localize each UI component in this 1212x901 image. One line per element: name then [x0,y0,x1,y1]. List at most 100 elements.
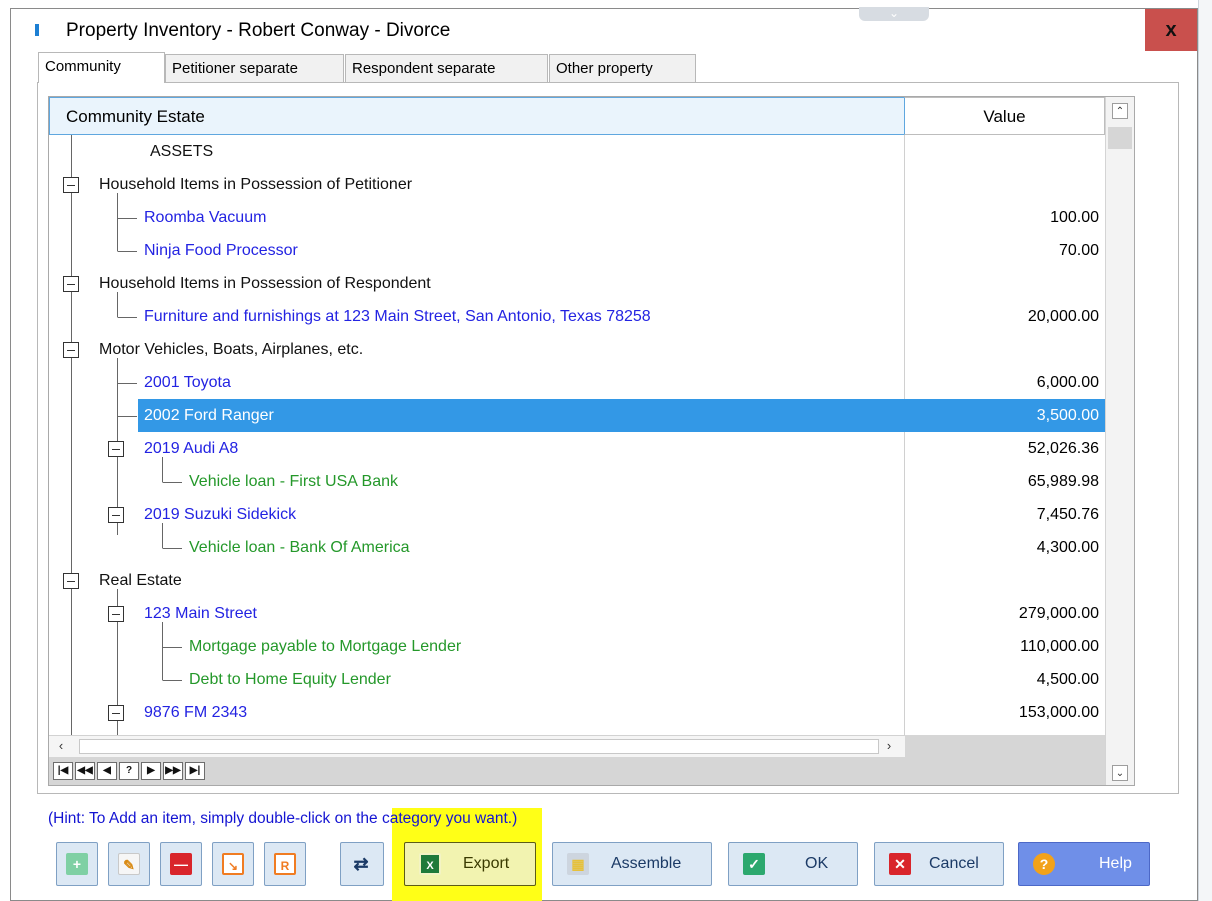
tree-row-category[interactable]: Household Items in Possession of Petitio… [49,168,1105,201]
ok-button[interactable]: ✓ OK [728,842,858,886]
assemble-label: Assemble [611,855,682,872]
plus-icon: + [66,853,88,875]
horizontal-scrollbar[interactable]: ‹ › [49,735,905,757]
collapse-icon[interactable] [63,276,79,292]
scroll-left-icon[interactable]: ‹ [53,738,69,754]
tree-row-item[interactable]: Roomba Vacuum 100.00 [49,201,1105,234]
tree-row-subitem[interactable]: Vehicle loan - Bank Of America 4,300.00 [49,531,1105,564]
excel-icon: X [419,853,441,875]
swap-icon: ⇄ [353,854,369,874]
row-value: 153,000.00 [1018,704,1099,721]
first-record-button[interactable]: |◀ [53,762,73,780]
last-record-button[interactable]: ▶| [185,762,205,780]
tree-row-item[interactable]: 123 Main Street 279,000.00 [49,597,1105,630]
tab-petitioner-separate[interactable]: Petitioner separate [165,54,344,82]
row-value: 70.00 [1058,242,1099,259]
tab-respondent-separate[interactable]: Respondent separate [345,54,548,82]
scroll-down-icon[interactable]: ⌄ [1112,765,1128,781]
minus-icon: — [170,853,192,875]
collapse-icon[interactable] [63,342,79,358]
tab-community[interactable]: Community [38,52,165,83]
row-label: Mortgage payable to Mortgage Lender [189,638,462,655]
edit-item-button[interactable]: ✎ [108,842,150,886]
row-label: Real Estate [99,572,182,589]
checkmark-icon: ✓ [743,853,765,875]
help-record-button[interactable]: ? [119,762,139,780]
tree-row-assets[interactable]: ASSETS [49,135,1105,168]
ok-label: OK [805,855,829,872]
scroll-up-icon[interactable]: ⌃ [1112,103,1128,119]
collapse-icon[interactable] [108,441,124,457]
tree-rows: ASSETS Household Items in Possession of … [49,135,1105,735]
row-label: Household Items in Possession of Petitio… [99,176,413,193]
tree-row-item[interactable]: Furniture and furnishings at 123 Main St… [49,300,1105,333]
edit-icon: ✎ [118,853,140,875]
delete-item-button[interactable]: — [160,842,202,886]
row-value: 52,026.36 [1027,440,1099,457]
tree-row-item[interactable]: 9876 FM 2343 153,000.00 [49,696,1105,729]
prev-record-button[interactable]: ◀ [97,762,117,780]
row-label: 2019 Audi A8 [144,440,239,457]
cancel-button[interactable]: ✕ Cancel [874,842,1004,886]
row-value: 7,450.76 [1036,506,1099,523]
row-value: 65,989.98 [1027,473,1099,490]
collapse-icon[interactable] [63,177,79,193]
tree-row-category[interactable]: Real Estate [49,564,1105,597]
help-label: Help [1099,855,1132,872]
tree-row-item[interactable]: 2001 Toyota 6,000.00 [49,366,1105,399]
move-item-right-button[interactable]: R [264,842,306,886]
estate-tree-grid[interactable]: Community Estate Value ASSETS Household … [48,96,1135,786]
tree-row-category[interactable]: Motor Vehicles, Boats, Airplanes, etc. [49,333,1105,366]
row-label: Motor Vehicles, Boats, Airplanes, etc. [99,341,364,358]
collapse-icon[interactable] [108,507,124,523]
tree-row-category[interactable]: Household Items in Possession of Respond… [49,267,1105,300]
collapse-icon[interactable] [63,573,79,589]
row-value: 3,500.00 [1036,407,1099,424]
export-button[interactable]: X Export [404,842,536,886]
help-button[interactable]: ? Help [1018,842,1150,886]
row-value: 4,300.00 [1036,539,1099,556]
column-header-value[interactable]: Value [904,97,1105,135]
next-record-button[interactable]: ▶ [141,762,161,780]
tree-row-item-selected[interactable]: 2002 Ford Ranger 3,500.00 [49,399,1105,432]
assemble-button[interactable]: ▦ Assemble [552,842,712,886]
horizontal-scroll-thumb[interactable] [79,739,879,754]
window-title: Property Inventory - Robert Conway - Div… [66,20,451,41]
row-label: 2019 Suzuki Sidekick [144,506,297,523]
scroll-right-icon[interactable]: › [881,738,897,754]
prev-page-button[interactable]: ◀◀ [75,762,95,780]
help-icon: ? [1033,853,1055,875]
next-page-button[interactable]: ▶▶ [163,762,183,780]
row-label: Ninja Food Processor [144,242,298,259]
column-header-community-estate[interactable]: Community Estate [49,97,905,135]
tree-row-item[interactable]: 2019 Suzuki Sidekick 7,450.76 [49,498,1105,531]
row-value: 110,000.00 [1020,638,1099,655]
tree-row-subitem[interactable]: Debt to Home Equity Lender 4,500.00 [49,663,1105,696]
tree-row-subitem[interactable]: Mortgage payable to Mortgage Lender 110,… [49,630,1105,663]
cancel-label: Cancel [929,855,979,872]
swap-button[interactable]: ⇄ [340,842,384,886]
vertical-scrollbar[interactable]: ⌃ ⌄ [1105,97,1134,785]
tab-other-property[interactable]: Other property [549,54,696,82]
app-icon [35,24,39,36]
add-item-button[interactable]: + [56,842,98,886]
row-label: ASSETS [150,143,214,160]
close-icon: ✕ [889,853,911,875]
tree-row-item[interactable]: Ninja Food Processor 70.00 [49,234,1105,267]
collapse-icon[interactable] [108,606,124,622]
collapse-icon[interactable] [108,705,124,721]
background-window-edge [1198,0,1212,901]
tree-row-subitem[interactable]: Vehicle loan - First USA Bank 65,989.98 [49,465,1105,498]
record-navigator: |◀ ◀◀ ◀ ? ▶ ▶▶ ▶| [49,757,1105,785]
row-label: 2002 Ford Ranger [144,407,274,424]
move-item-button[interactable]: ↘ [212,842,254,886]
row-label: 123 Main Street [144,605,257,622]
move-icon: ↘ [222,853,244,875]
close-button[interactable]: x [1145,9,1197,51]
vertical-scroll-thumb[interactable] [1108,127,1132,149]
row-label: Furniture and furnishings at 123 Main St… [144,308,651,325]
title-bar[interactable]: Property Inventory - Robert Conway - Div… [11,7,1197,51]
row-label: Debt to Home Equity Lender [189,671,391,688]
tree-row-item[interactable]: 2019 Audi A8 52,026.36 [49,432,1105,465]
chevron-down-icon[interactable]: ⌄ [859,7,929,21]
